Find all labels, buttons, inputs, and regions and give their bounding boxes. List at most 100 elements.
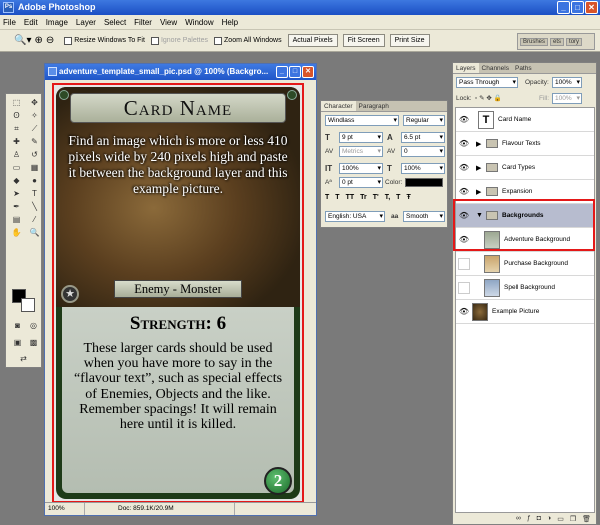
menu-edit[interactable]: Edit	[24, 18, 38, 27]
document-canvas[interactable]: Card Name Find an image which is more or…	[52, 83, 304, 503]
maximize-icon[interactable]: □	[289, 66, 301, 78]
dodge-icon[interactable]: ●	[27, 175, 42, 187]
menu-layer[interactable]: Layer	[76, 18, 96, 27]
visibility-eye-icon[interactable]: 👁	[458, 138, 470, 150]
ignore-palettes-checkbox[interactable]: Ignore Palettes	[150, 36, 208, 45]
tracking-select[interactable]: 0	[401, 146, 445, 157]
expand-triangle-icon[interactable]: ▶	[476, 188, 482, 196]
palette-well-tab[interactable]: ets	[550, 37, 565, 46]
blur-icon[interactable]: ◆	[9, 175, 24, 187]
text-color-swatch[interactable]	[405, 178, 443, 187]
expand-triangle-icon[interactable]: ▶	[476, 140, 482, 148]
baseline-shift-input[interactable]: 0 pt	[339, 177, 383, 188]
palette-well-tab[interactable]: Brushes	[520, 37, 549, 46]
actual-pixels-button[interactable]: Actual Pixels	[287, 34, 338, 47]
opacity-input[interactable]: 100%	[552, 77, 582, 88]
new-group-icon[interactable]: ▭	[557, 515, 564, 524]
visibility-eye-icon[interactable]: 👁	[458, 162, 470, 174]
palette-well-tab[interactable]: tory	[566, 37, 583, 46]
visibility-toggle[interactable]	[458, 281, 470, 294]
blend-mode-select[interactable]: Pass Through	[456, 77, 518, 88]
anti-alias-select[interactable]: Smooth	[403, 211, 445, 222]
menu-select[interactable]: Select	[104, 18, 126, 27]
gradient-icon[interactable]: ▦	[27, 162, 42, 174]
brush-icon[interactable]: ✎	[27, 136, 42, 148]
kerning-select[interactable]: Metrics	[339, 146, 383, 157]
layer-mask-icon[interactable]: ◘	[537, 515, 541, 524]
close-icon[interactable]: ✕	[585, 1, 598, 14]
menu-filter[interactable]: Filter	[134, 18, 152, 27]
expand-triangle-icon[interactable]: ▶	[476, 164, 482, 172]
visibility-toggle[interactable]	[458, 257, 470, 270]
zoom-in-icon[interactable]: ⊕	[34, 35, 42, 46]
quick-mask-icon[interactable]: ◙	[10, 320, 25, 332]
tab-layers[interactable]: Layers	[453, 63, 479, 73]
adjustment-layer-icon[interactable]: ◑	[547, 515, 551, 524]
zoom-all-windows-checkbox[interactable]: Zoom All Windows	[214, 36, 282, 45]
new-layer-icon[interactable]: ❐	[570, 515, 576, 524]
pen-icon[interactable]: ✒	[9, 201, 24, 213]
faux-bold-button[interactable]: T	[325, 194, 329, 201]
zoom-tool-icon[interactable]: 🔍▾	[14, 35, 31, 46]
slice-icon[interactable]: ⟋	[27, 123, 42, 135]
layer-style-icon[interactable]: ƒ	[527, 515, 531, 524]
menu-help[interactable]: Help	[222, 18, 238, 27]
font-family-select[interactable]: Windlass	[325, 115, 399, 126]
leading-select[interactable]: 6.5 pt	[401, 132, 445, 143]
type-icon[interactable]: T	[27, 188, 42, 200]
magic-wand-icon[interactable]: ✧	[27, 110, 42, 122]
underline-button[interactable]: T	[396, 194, 400, 201]
tab-channels[interactable]: Channels	[479, 63, 512, 73]
faux-italic-button[interactable]: T	[335, 194, 339, 201]
menu-window[interactable]: Window	[185, 18, 213, 27]
language-select[interactable]: English: USA	[325, 211, 385, 222]
menu-image[interactable]: Image	[46, 18, 68, 27]
history-brush-icon[interactable]: ↺	[27, 149, 42, 161]
lasso-icon[interactable]: ʘ	[9, 110, 24, 122]
tab-character[interactable]: Character	[321, 101, 356, 111]
subscript-button[interactable]: T,	[385, 194, 390, 201]
visibility-eye-icon[interactable]: 👁	[458, 186, 470, 198]
crop-icon[interactable]: ⌗	[9, 123, 24, 135]
lock-icons[interactable]: ▫ ✎ ✥ 🔒	[475, 93, 502, 104]
zoom-out-icon[interactable]: ⊖	[46, 35, 54, 46]
fit-screen-button[interactable]: Fit Screen	[342, 34, 385, 47]
layer-row[interactable]: Purchase Background	[456, 252, 594, 276]
font-size-select[interactable]: 9 pt	[339, 132, 383, 143]
tab-paths[interactable]: Paths	[512, 63, 535, 73]
zoom-icon[interactable]: 🔍	[27, 227, 42, 239]
notes-icon[interactable]: ▤	[9, 214, 24, 226]
superscript-button[interactable]: T'	[373, 194, 379, 201]
hand-icon[interactable]: ✋	[9, 227, 24, 239]
strikethrough-button[interactable]: Ŧ	[406, 194, 410, 201]
menu-file[interactable]: File	[3, 18, 16, 27]
jump-to-imageready-icon[interactable]: ⇄	[16, 353, 31, 365]
delete-layer-icon[interactable]: 🗑	[582, 515, 591, 524]
layer-row[interactable]: 👁 Example Picture	[456, 300, 594, 324]
healing-brush-icon[interactable]: ✚	[9, 136, 24, 148]
minimize-icon[interactable]: _	[557, 1, 570, 14]
visibility-eye-icon[interactable]: 👁	[458, 306, 470, 318]
document-title-bar[interactable]: adventure_template_small_pic.psd @ 100% …	[45, 64, 316, 80]
zoom-level[interactable]: 100%	[45, 503, 85, 515]
print-size-button[interactable]: Print Size	[389, 34, 430, 47]
full-screen-icon[interactable]: ▩	[26, 337, 41, 349]
background-color-swatch[interactable]	[21, 298, 35, 312]
tab-paragraph[interactable]: Paragraph	[356, 101, 392, 111]
menu-view[interactable]: View	[160, 18, 177, 27]
close-icon[interactable]: ✕	[302, 66, 314, 78]
resize-windows-checkbox[interactable]: Resize Windows To Fit	[64, 36, 145, 45]
eyedropper-icon[interactable]: ⁄	[27, 214, 42, 226]
layer-row[interactable]: 👁 T Card Name	[456, 108, 594, 132]
path-select-icon[interactable]: ➤	[9, 188, 24, 200]
horizontal-scale-input[interactable]: 100%	[401, 163, 445, 174]
eraser-icon[interactable]: ▭	[9, 162, 24, 174]
doc-info[interactable]: Doc: 859.1K/20.9M	[115, 503, 235, 515]
clone-stamp-icon[interactable]: ♙	[9, 149, 24, 161]
maximize-icon[interactable]: □	[571, 1, 584, 14]
layer-row[interactable]: Spell Background	[456, 276, 594, 300]
all-caps-button[interactable]: TT	[346, 194, 355, 201]
small-caps-button[interactable]: Tr	[360, 194, 367, 201]
quick-mask-mode-icon[interactable]: ◎	[26, 320, 41, 332]
screen-mode-icon[interactable]: ▣	[10, 337, 25, 349]
